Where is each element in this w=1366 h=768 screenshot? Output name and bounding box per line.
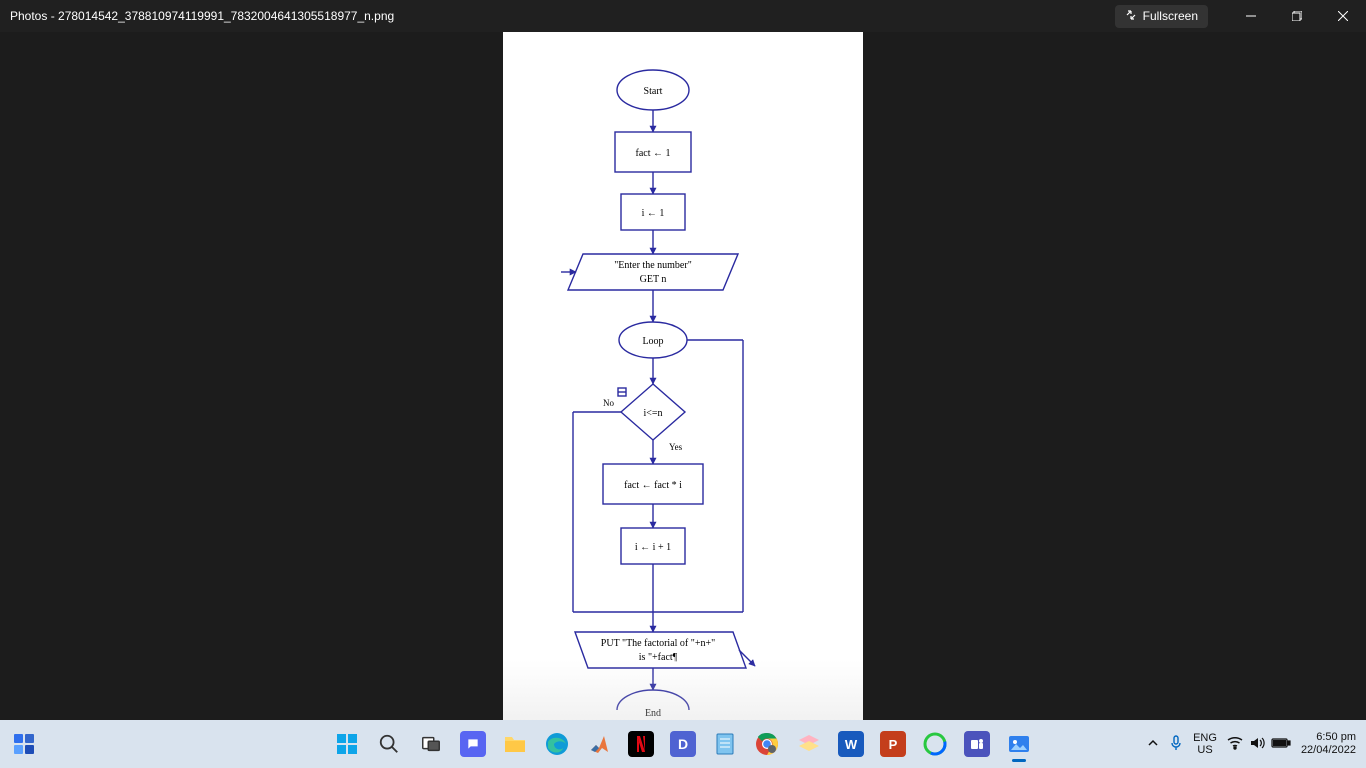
file-name: 278014542_378810974119991_78320046413055… bbox=[58, 9, 394, 23]
battery-icon bbox=[1271, 737, 1291, 752]
close-button[interactable] bbox=[1320, 0, 1366, 32]
app-name: Photos - bbox=[10, 9, 58, 23]
volume-icon bbox=[1249, 736, 1265, 753]
flowchart-diagram: Start fact ← 1 i ← 1 "Enter the number" … bbox=[503, 32, 863, 720]
powerpoint-button[interactable]: P bbox=[873, 724, 913, 764]
widgets-button[interactable] bbox=[0, 720, 48, 768]
photos-taskbar-button[interactable] bbox=[999, 724, 1039, 764]
netflix-button[interactable] bbox=[621, 724, 661, 764]
node-start: Start bbox=[644, 86, 663, 97]
matlab-button[interactable] bbox=[579, 724, 619, 764]
quick-settings-button[interactable] bbox=[1227, 736, 1291, 753]
clock-button[interactable]: 6:50 pm 22/04/2022 bbox=[1301, 731, 1356, 757]
photos-titlebar: Photos - 278014542_378810974119991_78320… bbox=[0, 0, 1366, 32]
displayed-image: Start fact ← 1 i ← 1 "Enter the number" … bbox=[503, 32, 863, 720]
window-title: Photos - 278014542_378810974119991_78320… bbox=[0, 9, 1115, 23]
app-d-button[interactable]: D bbox=[663, 724, 703, 764]
app-stack-button[interactable] bbox=[789, 724, 829, 764]
task-view-button[interactable] bbox=[411, 724, 451, 764]
language-button[interactable]: ENG US bbox=[1193, 732, 1217, 756]
label-yes: Yes bbox=[669, 442, 683, 452]
wifi-icon bbox=[1227, 736, 1243, 753]
node-end: End bbox=[645, 708, 661, 719]
node-fact-init: fact ← 1 bbox=[636, 148, 671, 159]
maximize-button[interactable] bbox=[1274, 0, 1320, 32]
fullscreen-label: Fullscreen bbox=[1143, 9, 1198, 23]
node-output-line1: PUT "The factorial of "+n+" bbox=[601, 638, 715, 649]
node-i-init: i ← 1 bbox=[642, 208, 665, 219]
node-i-update: i ← i + 1 bbox=[635, 542, 671, 553]
app-green-button[interactable] bbox=[915, 724, 955, 764]
mic-icon[interactable] bbox=[1169, 735, 1183, 754]
system-tray: ENG US 6:50 pm 22/04/2 bbox=[1147, 731, 1366, 757]
file-explorer-button[interactable] bbox=[495, 724, 535, 764]
lang-bottom: US bbox=[1193, 744, 1217, 756]
start-button[interactable] bbox=[327, 724, 367, 764]
label-no: No bbox=[603, 398, 614, 408]
clock-date: 22/04/2022 bbox=[1301, 744, 1356, 757]
taskbar-center: D W bbox=[327, 724, 1039, 764]
word-button[interactable]: W bbox=[831, 724, 871, 764]
fullscreen-button[interactable]: Fullscreen bbox=[1115, 5, 1208, 28]
node-input-line2: GET n bbox=[640, 274, 667, 285]
notepad-button[interactable] bbox=[705, 724, 745, 764]
node-decision: i<=n bbox=[643, 408, 662, 419]
search-button[interactable] bbox=[369, 724, 409, 764]
teams-button[interactable] bbox=[957, 724, 997, 764]
minimize-button[interactable] bbox=[1228, 0, 1274, 32]
node-loop: Loop bbox=[642, 336, 663, 347]
clock-time: 6:50 pm bbox=[1301, 731, 1356, 744]
node-output-line2: is "+fact¶ bbox=[639, 652, 678, 663]
chat-button[interactable] bbox=[453, 724, 493, 764]
tray-overflow-button[interactable] bbox=[1147, 737, 1159, 752]
chrome-button[interactable] bbox=[747, 724, 787, 764]
photo-viewport[interactable]: Start fact ← 1 i ← 1 "Enter the number" … bbox=[0, 32, 1366, 720]
fullscreen-icon bbox=[1125, 9, 1137, 24]
edge-button[interactable] bbox=[537, 724, 577, 764]
windows-taskbar: D W bbox=[0, 720, 1366, 768]
lang-top: ENG bbox=[1193, 732, 1217, 744]
node-input-line1: "Enter the number" bbox=[614, 260, 692, 271]
node-fact-update: fact ← fact * i bbox=[624, 480, 682, 491]
